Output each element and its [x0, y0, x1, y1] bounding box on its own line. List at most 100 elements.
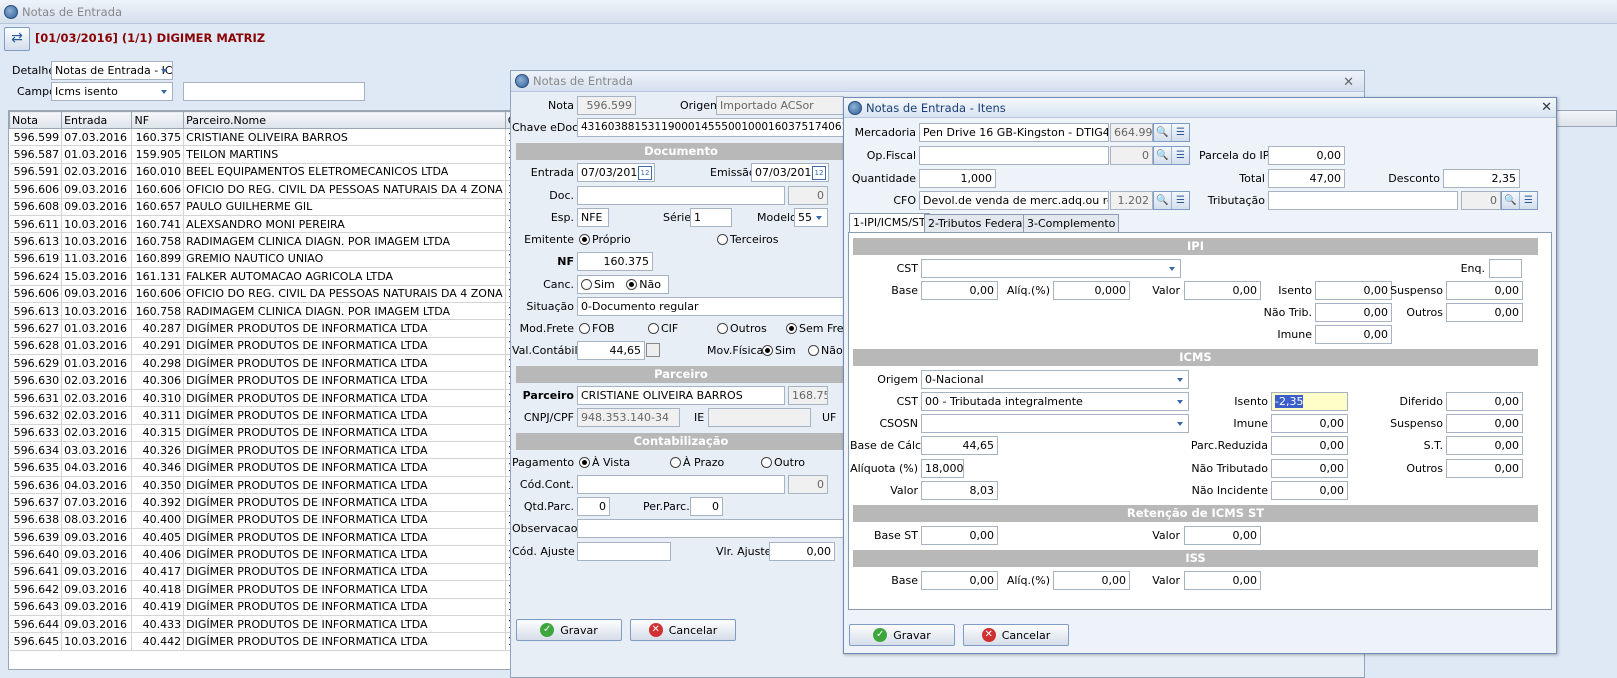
tributacao-field[interactable]	[1268, 191, 1458, 210]
table-row[interactable]: 596.627 01.03.2016 40.287 DIGÍMER PRODUTOS …	[9, 319, 537, 338]
modelo-select[interactable]: 55	[794, 208, 828, 227]
icms-csosn-select[interactable]	[921, 414, 1189, 433]
icms-basecalc-field[interactable]: 44,65	[921, 436, 998, 455]
table-row[interactable]: 596.628 01.03.2016 40.291 DIGÍMER PRODUTOS …	[9, 337, 537, 356]
iss-base-field[interactable]: 0,00	[921, 571, 998, 590]
frete-fob-radio[interactable]: FOB	[579, 319, 615, 338]
table-row[interactable]: 596.629 01.03.2016 40.298 DIGÍMER PRODUTOS …	[9, 354, 537, 373]
cnpj-field[interactable]: 948.353.140-34	[577, 408, 680, 427]
cfo-field[interactable]: Devol.de venda de merc.adq.ou rec.de t	[919, 191, 1109, 210]
mov-sim-radio[interactable]: Sim	[762, 341, 796, 360]
close-icon[interactable]: ✕	[1343, 75, 1354, 90]
icms-origem-select[interactable]: 0-Nacional	[921, 370, 1189, 389]
table-row[interactable]: 596.638 08.03.2016 40.400 DIGÍMER PRODUTOS …	[9, 511, 537, 529]
qtdparc-field[interactable]: 0	[577, 497, 610, 516]
parceiro-field[interactable]: CRISTIANE OLIVEIRA BARROS	[577, 386, 785, 405]
desconto-field[interactable]: 2,35	[1443, 169, 1520, 188]
canc-nao-radio[interactable]: Não	[626, 278, 661, 291]
situacao-select[interactable]: 0-Documento regular	[577, 297, 844, 316]
codcont-number-field[interactable]: 0	[788, 475, 828, 494]
column-header[interactable]: Nota	[9, 111, 63, 129]
ipi-valor-field[interactable]: 0,00	[1184, 281, 1261, 300]
ipi-isento-field[interactable]: 0,00	[1315, 281, 1392, 300]
table-row[interactable]: 596.591 02.03.2016 160.010 BEEL EQUIPAMENTO…	[9, 163, 537, 182]
notes-grid[interactable]: NotaEntradaNFParceiro.NomeCFO 596.59907.…	[8, 110, 538, 670]
ipi-imune-field[interactable]: 0,00	[1315, 325, 1392, 344]
pag-outro-radio[interactable]: Outro	[761, 453, 805, 472]
icms-diferido-field[interactable]: 0,00	[1446, 392, 1523, 411]
tab-complemento[interactable]: 3-Complemento	[1023, 214, 1120, 233]
tributacao-search-button[interactable]: 🔍 ☰	[1501, 191, 1538, 210]
table-row[interactable]: 596.632 02.03.2016 40.311 DIGÍMER PRODUTOS …	[9, 406, 537, 425]
iss-aliq-field[interactable]: 0,00	[1053, 571, 1130, 590]
table-row[interactable]: 596.645 10.03.2016 40.442 DIGÍMER PRODUTOS …	[9, 632, 537, 651]
table-row[interactable]: 596.613 10.03.2016 160.758 RADIMAGEM CLINIC…	[9, 302, 537, 321]
canc-sim-radio[interactable]: Sim	[581, 278, 615, 291]
serie-field[interactable]: 1	[690, 208, 732, 227]
ipi-suspenso-field[interactable]: 0,00	[1446, 281, 1523, 300]
parcelaipi-field[interactable]: 0,00	[1268, 146, 1345, 165]
codajuste-field[interactable]	[577, 542, 671, 561]
filter-input[interactable]	[183, 82, 365, 101]
nota-gravar-button[interactable]: ✓ Gravar	[516, 619, 622, 641]
itens-gravar-button[interactable]: ✓ Gravar	[849, 624, 955, 646]
opfiscal-search-button[interactable]: 🔍 ☰	[1153, 146, 1190, 165]
ie-field[interactable]	[708, 408, 811, 427]
table-row[interactable]: 596.58701.03.2016159.905TEILON MARTINS1	[9, 145, 537, 164]
table-row[interactable]: 596.606 09.03.2016 160.606 OFICIO DO REG. C…	[9, 285, 537, 303]
close-icon[interactable]: ✕	[1541, 100, 1552, 115]
retencao-valor-field[interactable]: 0,00	[1184, 526, 1261, 545]
itens-cancelar-button[interactable]: ✕ Cancelar	[963, 624, 1069, 646]
esp-field[interactable]: NFE	[577, 208, 609, 227]
tributacao-number-field[interactable]: 0	[1461, 191, 1501, 210]
table-row[interactable]: 596.606 09.03.2016 160.606 OFICIO DO REG. C…	[9, 180, 537, 199]
table-row[interactable]: 596.613 10.03.2016 160.758 RADIMAGEM CLINIC…	[9, 232, 537, 251]
detalhe-select[interactable]: Notas de Entrada - IC	[51, 61, 173, 80]
valcontabil-field[interactable]: 44,65	[577, 341, 645, 360]
table-row[interactable]: 596.644 09.03.2016 40.433 DIGÍMER PRODUTOS …	[9, 615, 537, 634]
frete-outros-radio[interactable]: Outros	[717, 319, 767, 338]
mercadoria-field[interactable]: Pen Drive 16 GB-Kingston - DTIG4/16GB	[919, 123, 1109, 142]
retencao-basest-field[interactable]: 0,00	[921, 526, 998, 545]
ipi-enq-field[interactable]	[1489, 259, 1522, 278]
origem-field[interactable]: Importado ACSor	[716, 96, 844, 115]
mov-nao-radio[interactable]: Não	[808, 341, 843, 360]
opfiscal-field[interactable]	[919, 146, 1109, 165]
emitente-proprio-radio[interactable]: Próprio	[579, 230, 631, 249]
icms-isento-field[interactable]: -2,35	[1271, 392, 1348, 411]
icms-valor-field[interactable]: 8,03	[921, 481, 998, 500]
column-header[interactable]: Entrada	[61, 111, 133, 129]
icms-naoinc-field[interactable]: 0,00	[1271, 481, 1348, 500]
frete-cif-radio[interactable]: CIF	[648, 319, 678, 338]
parceiro-code-field[interactable]: 168.754	[788, 386, 828, 405]
table-row[interactable]: 596.637 07.03.2016 40.392 DIGÍMER PRODUTOS …	[9, 493, 537, 512]
pag-aprazo-radio[interactable]: À Prazo	[670, 453, 724, 472]
campo-select[interactable]: Icms isento	[51, 82, 173, 101]
cfo-search-button[interactable]: 🔍 ☰	[1153, 191, 1190, 210]
icms-outros-field[interactable]: 0,00	[1446, 459, 1523, 478]
table-row[interactable]: 596.608 09.03.2016 160.657 PAULO GUILHERME …	[9, 198, 537, 216]
nf-field[interactable]: 160.375	[577, 252, 653, 271]
quantidade-field[interactable]: 1,000	[919, 169, 996, 188]
nota-cancelar-button[interactable]: ✕ Cancelar	[630, 619, 736, 641]
observacao-field[interactable]	[577, 519, 844, 538]
column-header[interactable]: Parceiro.Nome	[183, 111, 506, 129]
table-row[interactable]: 596.641 09.03.2016 40.417 DIGÍMER PRODUTOS …	[9, 563, 537, 582]
doc-field[interactable]	[577, 186, 785, 205]
codcont-field[interactable]	[577, 475, 785, 494]
icms-naotrib-field[interactable]: 0,00	[1271, 459, 1348, 478]
ipi-aliq-field[interactable]: 0,000	[1053, 281, 1130, 300]
table-row[interactable]: 596.624 15.03.2016 161.131 FALKER AUTOMACAO…	[9, 267, 537, 286]
ipi-base-field[interactable]: 0,00	[921, 281, 998, 300]
ipi-naotrib-field[interactable]: 0,00	[1315, 303, 1392, 322]
ipi-outros-field[interactable]: 0,00	[1446, 303, 1523, 322]
mercadoria-code-field[interactable]: 664.997	[1110, 123, 1153, 142]
icms-aliq-field[interactable]: 18,000	[921, 459, 964, 478]
calendar-icon[interactable]: 12	[638, 166, 652, 180]
table-row[interactable]: 596.640 09.03.2016 40.406 DIGÍMER PRODUTOS …	[9, 545, 537, 564]
table-row[interactable]: 596.642 09.03.2016 40.418 DIGÍMER PRODUTOS …	[9, 580, 537, 599]
table-row[interactable]: 596.634 03.03.2016 40.326 DIGÍMER PRODUTOS …	[9, 441, 537, 460]
table-row[interactable]: 596.633 02.03.2016 40.315 DIGÍMER PRODUTOS …	[9, 424, 537, 443]
iss-valor-field[interactable]: 0,00	[1184, 571, 1261, 590]
icms-st-field[interactable]: 0,00	[1446, 436, 1523, 455]
